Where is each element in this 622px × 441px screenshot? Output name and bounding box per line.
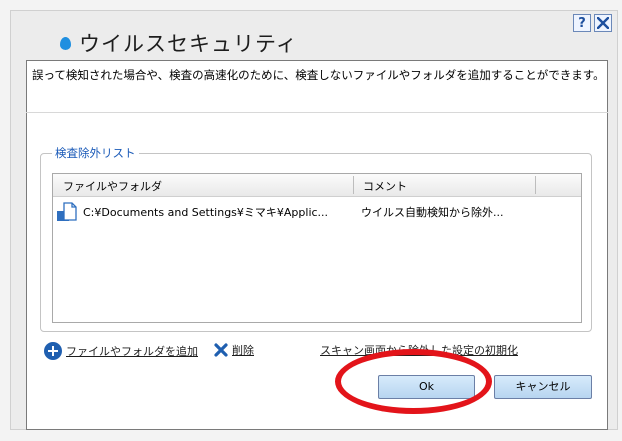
- reset-exclusions-link[interactable]: スキャン画面から除外した設定の初期化: [320, 342, 518, 358]
- list-item-path: C:¥Documents and Settings¥ミマキ¥Applic...: [83, 206, 329, 219]
- list-item-comment: ウイルス自動検知から除外...: [361, 206, 504, 219]
- exclusion-list[interactable]: ファイルやフォルダ コメント C:¥Documents and Settings…: [52, 173, 582, 323]
- delete-link[interactable]: 削除: [214, 342, 254, 358]
- close-icon: [597, 17, 609, 29]
- column-header-file[interactable]: ファイルやフォルダ: [63, 178, 162, 194]
- cancel-button[interactable]: キャンセル: [494, 375, 592, 399]
- dialog-title: ウイルスセキュリティ: [79, 32, 298, 56]
- app-logo-icon: [60, 36, 71, 50]
- add-icon: [44, 342, 62, 360]
- divider: [26, 112, 608, 113]
- close-button[interactable]: [594, 14, 612, 32]
- delete-icon: [214, 343, 228, 357]
- delete-label: 削除: [232, 344, 254, 357]
- dialog-header: ウイルスセキュリティ: [60, 28, 298, 58]
- add-file-folder-label: ファイルやフォルダを追加: [66, 345, 198, 358]
- add-file-folder-link[interactable]: ファイルやフォルダを追加: [44, 342, 198, 360]
- list-item[interactable]: C:¥Documents and Settings¥ミマキ¥Applic... …: [53, 200, 581, 222]
- ok-button[interactable]: Ok: [378, 375, 475, 399]
- list-header: ファイルやフォルダ コメント: [53, 174, 581, 197]
- description-text: 誤って検知された場合や、検査の高速化のために、検査しないファイルやフォルダを追加…: [32, 68, 605, 82]
- column-divider[interactable]: [535, 176, 536, 194]
- column-header-comment[interactable]: コメント: [363, 178, 407, 194]
- column-divider[interactable]: [353, 176, 354, 194]
- exclusion-list-legend: 検査除外リスト: [52, 145, 139, 161]
- folder-file-icon: [56, 200, 80, 222]
- help-button[interactable]: ?: [573, 14, 591, 32]
